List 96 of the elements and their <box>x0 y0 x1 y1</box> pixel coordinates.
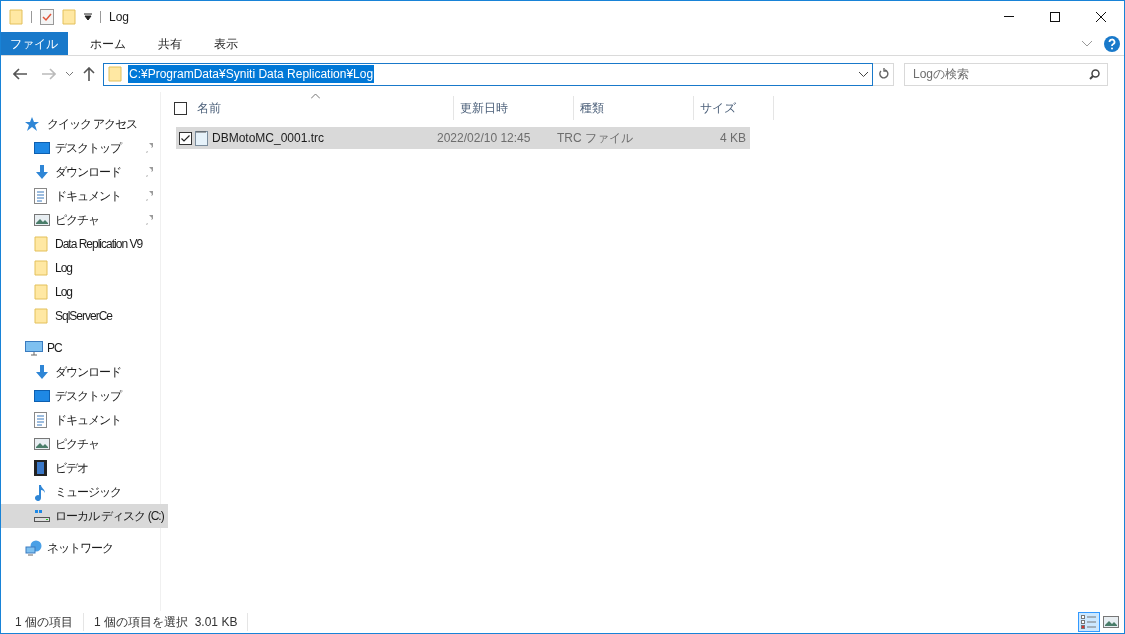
nav-label: ピクチャ <box>55 436 100 453</box>
picture-icon <box>34 438 50 450</box>
column-header[interactable]: サイズ <box>694 96 774 120</box>
nav-label: デスクトップ <box>55 388 123 405</box>
nav-item[interactable]: ピクチャ <box>1 208 158 232</box>
document-icon <box>34 412 47 428</box>
nav-item[interactable]: ビデオ <box>1 456 158 480</box>
nav-label: デスクトップ <box>55 140 123 157</box>
nav-label: ピクチャ <box>55 212 100 229</box>
ribbon-tab[interactable]: 表示 <box>204 32 248 55</box>
document-icon <box>34 188 47 204</box>
picture-icon <box>1103 616 1119 628</box>
folder-icon <box>108 66 122 82</box>
ribbon-tab[interactable]: ホーム <box>80 32 136 55</box>
nav-item[interactable]: Log <box>1 256 158 280</box>
back-arrow-icon[interactable] <box>13 68 27 80</box>
nav-label: ドキュメント <box>55 412 122 429</box>
nav-label: ミュージック <box>55 484 122 501</box>
sort-up-icon <box>311 94 321 99</box>
nav-label: ダウンロード <box>55 164 122 181</box>
ribbon-tab[interactable]: ファイル <box>1 32 68 55</box>
nav-item[interactable]: デスクトップ <box>1 136 158 160</box>
nav-item[interactable]: ドキュメント <box>1 184 158 208</box>
nav-label: SqlServerCe <box>55 308 114 325</box>
desktop-icon <box>34 141 50 155</box>
column-header[interactable]: 種類 <box>574 96 694 120</box>
refresh-button[interactable] <box>873 62 894 86</box>
help-icon[interactable] <box>1104 35 1120 52</box>
nav-section[interactable]: PC <box>1 336 160 360</box>
modified-date: 2022/02/10 12:45 <box>437 130 532 147</box>
folder-icon <box>34 284 48 300</box>
nav-label: Data Replication V9 <box>55 236 144 253</box>
search-field[interactable]: Logの検索 <box>904 62 1108 86</box>
desktop-icon <box>34 389 50 403</box>
check-icon <box>181 134 190 142</box>
checklist-icon[interactable] <box>40 8 54 25</box>
picture-icon <box>34 214 50 226</box>
folder-icon <box>9 8 23 25</box>
nav-item[interactable]: ダウンロード <box>1 360 158 384</box>
nav-item[interactable]: SqlServerCe <box>1 304 158 328</box>
folder-icon <box>34 236 48 252</box>
ribbon-tab[interactable]: 共有 <box>148 32 192 55</box>
minimize-icon <box>1004 16 1014 17</box>
nav-item[interactable]: Data Replication V9 <box>1 232 158 256</box>
nav-section-label: PC <box>47 340 62 357</box>
nav-label: ビデオ <box>55 460 89 477</box>
nav-label: ドキュメント <box>55 188 122 205</box>
nav-item[interactable]: ピクチャ <box>1 432 158 456</box>
film-icon <box>34 460 47 476</box>
nav-section[interactable]: クイック アクセス <box>1 112 160 136</box>
star-icon <box>25 117 39 131</box>
hard-drive-icon <box>34 509 50 523</box>
select-all-checkbox[interactable] <box>174 101 187 115</box>
maximize-icon <box>1050 11 1060 22</box>
folder-icon <box>34 260 48 276</box>
close-icon <box>1096 11 1106 22</box>
dropdown-icon[interactable] <box>84 13 92 20</box>
nav-item[interactable]: ドキュメント <box>1 408 158 432</box>
address-field[interactable]: C:¥ProgramData¥Syniti Data Replication¥Log <box>103 62 873 86</box>
nav-item[interactable]: ローカル ディスク (C:) <box>1 504 168 528</box>
details-view-button[interactable] <box>1078 612 1100 632</box>
monitor-icon <box>25 340 43 356</box>
up-arrow-icon[interactable] <box>83 67 95 81</box>
nav-item[interactable]: ミュージック <box>1 480 158 504</box>
column-header[interactable]: 更新日時 <box>454 96 574 120</box>
window-title: Log <box>109 8 130 26</box>
nav-item[interactable]: ダウンロード <box>1 160 158 184</box>
down-arrow-icon <box>34 364 50 380</box>
chevron-down-icon[interactable] <box>66 72 73 76</box>
down-arrow-icon <box>34 164 50 180</box>
nav-item[interactable]: デスクトップ <box>1 384 158 408</box>
text-file-icon <box>195 130 208 146</box>
column-header[interactable]: 名前 <box>195 96 454 120</box>
nav-section-label: クイック アクセス <box>47 116 138 133</box>
item-count: 1 個の項目 <box>15 613 84 631</box>
nav-label: Log <box>55 260 74 277</box>
nav-label: Log <box>55 284 74 301</box>
nav-item[interactable]: Log <box>1 280 158 304</box>
address-path: C:¥ProgramData¥Syniti Data Replication¥Log <box>128 65 375 83</box>
chevron-down-icon[interactable] <box>859 71 868 77</box>
row-checkbox[interactable] <box>179 131 192 145</box>
file-type: TRC ファイル <box>557 130 634 147</box>
nav-section-label: ネットワーク <box>47 540 113 557</box>
selection-info: 1 個の項目を選択 3.01 KB <box>84 613 249 631</box>
nav-section[interactable]: ネットワーク <box>1 536 160 560</box>
file-size: 4 KB <box>719 130 746 147</box>
folder-icon <box>34 308 48 324</box>
details-list-icon <box>1081 615 1097 629</box>
nav-label: ローカル ディスク (C:) <box>55 508 164 525</box>
music-note-icon <box>34 483 46 501</box>
refresh-icon <box>877 68 889 80</box>
file-row[interactable]: DBMotoMC_0001.trc 2022/02/10 12:45 TRC ファイル 4 KB <box>176 127 750 149</box>
search-icon <box>1089 68 1100 80</box>
nav-label: ダウンロード <box>55 364 122 381</box>
file-name: DBMotoMC_0001.trc <box>212 130 326 147</box>
network-globe-icon <box>25 540 43 556</box>
